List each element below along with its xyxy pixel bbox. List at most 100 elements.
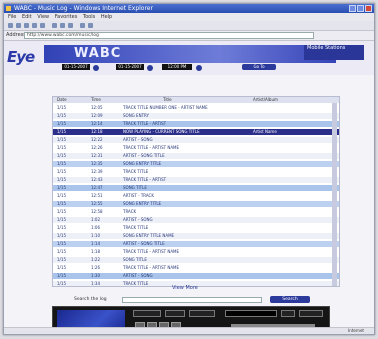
menu-edit[interactable]: Edit (22, 14, 32, 20)
cell-date: 1/15 (57, 273, 66, 278)
status-bar: Internet (4, 327, 374, 334)
vol-display (281, 310, 295, 317)
header-band: WABC (44, 45, 336, 63)
cell-title: SONG ENTRY TITLE NAME (123, 233, 175, 238)
maximize-button[interactable] (357, 5, 364, 12)
table-row[interactable]: 1/15 12:55 SONG ENTRY TITLE (53, 201, 339, 207)
date-from-field[interactable]: 01-15-2007 (62, 64, 90, 70)
cell-time: 1:06 (91, 225, 100, 230)
back-icon[interactable] (8, 23, 13, 28)
cell-time: 12:55 (91, 201, 103, 206)
table-row[interactable]: 1/15 1:18 TRACK TITLE - ARTIST NAME (53, 249, 339, 255)
cell-time: 1:30 (91, 273, 100, 278)
table-scrollbar[interactable] (332, 103, 337, 286)
clock-icon[interactable] (196, 65, 202, 71)
table-row[interactable]: 1/15 12:58 TRACK (53, 209, 339, 215)
cell-title: TRACK TITLE - ARTIST NAME (123, 145, 180, 150)
table-row[interactable]: 1/15 12:05 TRACK TITLE NUMBER ONE - ARTIST… (53, 105, 339, 111)
table-row[interactable]: 1/15 1:14 ARTIST - SONG TITLE (53, 241, 339, 247)
cell-artist: Artist Name (253, 129, 277, 134)
table-row[interactable]: 1/15 12:09 SONG ENTRY (53, 113, 339, 119)
menu-view[interactable]: View (37, 14, 49, 20)
cell-date: 1/15 (57, 169, 66, 174)
cell-time: 12:31 (91, 153, 103, 158)
search-input[interactable] (122, 297, 262, 303)
go-button[interactable]: Go To (242, 64, 276, 70)
menu-help[interactable]: Help (101, 14, 112, 20)
table-row[interactable]: 1/15 12:43 TRACK TITLE - ARTIST (53, 177, 339, 183)
calendar-to-icon[interactable] (147, 65, 153, 71)
cell-time: 1:02 (91, 217, 100, 222)
table-row[interactable]: 1/15 12:22 ARTIST - SONG (53, 137, 339, 143)
cell-date: 1/15 (57, 137, 66, 142)
cell-time: 1:14 (91, 241, 100, 246)
table-row[interactable]: 1/15 12:51 ARTIST - TRACK (53, 193, 339, 199)
cell-time: 12:51 (91, 193, 103, 198)
status-zone: Internet (348, 328, 364, 333)
col-title[interactable]: Title (163, 97, 172, 103)
view-more-link[interactable]: View More (172, 285, 198, 291)
table-row[interactable]: 1/15 12:35 SONG ENTRY TITLE (53, 161, 339, 167)
table-row[interactable]: 1/15 12:18 NOW PLAYING - CURRENT SONG TITL… (53, 129, 339, 135)
cell-time: 1:10 (91, 233, 100, 238)
table-row[interactable]: 1/15 1:06 TRACK TITLE (53, 225, 339, 231)
cell-date: 1/15 (57, 193, 66, 198)
forward-icon[interactable] (16, 23, 21, 28)
cell-time: 1:26 (91, 265, 100, 270)
cell-title: TRACK TITLE - ARTIST NAME (123, 249, 180, 254)
stop-icon[interactable] (24, 23, 29, 28)
table-row[interactable]: 1/15 1:30 ARTIST - SONG (53, 273, 339, 279)
cell-time: 12:14 (91, 121, 103, 126)
table-row[interactable]: 1/15 1:10 SONG ENTRY TITLE NAME (53, 233, 339, 239)
close-button[interactable] (365, 5, 372, 12)
history-icon[interactable] (68, 23, 73, 28)
window-title: WABC - Music Log - Windows Internet Expl… (14, 5, 153, 12)
cell-time: 12:58 (91, 209, 103, 214)
home-icon[interactable] (40, 23, 45, 28)
cell-date: 1/15 (57, 145, 66, 150)
table-row[interactable]: 1/15 12:14 TRACK TITLE - ARTIST (53, 121, 339, 127)
user-panel[interactable]: Mobile Stations (304, 45, 364, 60)
visualizer-display (225, 310, 277, 317)
time-field[interactable]: 12:00 PM (162, 64, 192, 70)
cell-title: ARTIST - TRACK (123, 193, 154, 198)
search-icon[interactable] (52, 23, 57, 28)
favorites-icon[interactable] (60, 23, 65, 28)
minimize-button[interactable] (349, 5, 356, 12)
cell-time: 12:09 (91, 113, 103, 118)
col-artist[interactable]: Artist/Album (253, 97, 278, 103)
table-row[interactable]: 1/15 12:47 SONG TITLE (53, 185, 339, 191)
search-button[interactable]: Search (270, 296, 310, 303)
date-controls: 01-15-2007 01-15-2007 12:00 PM Go To (4, 64, 374, 74)
table-row[interactable]: 1/15 1:22 SONG TITLE (53, 257, 339, 263)
cell-time: 12:39 (91, 169, 103, 174)
refresh-icon[interactable] (32, 23, 37, 28)
table-row[interactable]: 1/15 12:39 TRACK TITLE (53, 169, 339, 175)
cell-date: 1/15 (57, 281, 66, 286)
date-to-field[interactable]: 01-15-2007 (116, 64, 144, 70)
cell-date: 1/15 (57, 129, 66, 134)
cell-title: TRACK TITLE - ARTIST (123, 121, 167, 126)
table-row[interactable]: 1/15 12:31 ARTIST - SONG TITLE (53, 153, 339, 159)
table-row[interactable]: 1/15 12:26 TRACK TITLE - ARTIST NAME (53, 145, 339, 151)
cell-date: 1/15 (57, 113, 66, 118)
cell-date: 1/15 (57, 233, 66, 238)
menu-favorites[interactable]: Favorites (55, 14, 78, 20)
col-date[interactable]: Date (57, 97, 67, 103)
table-row[interactable]: 1/15 1:26 TRACK TITLE - ARTIST NAME (53, 265, 339, 271)
cell-date: 1/15 (57, 249, 66, 254)
track-display (133, 310, 161, 317)
cell-date: 1/15 (57, 153, 66, 158)
cell-title: TRACK TITLE - ARTIST NAME (123, 265, 180, 270)
print-icon[interactable] (88, 23, 93, 28)
menu-file[interactable]: File (8, 14, 16, 20)
address-input[interactable]: http://www.wabc.com/music/log (24, 32, 314, 39)
cell-date: 1/15 (57, 241, 66, 246)
table-row[interactable]: 1/15 1:02 ARTIST - SONG (53, 217, 339, 223)
cell-time: 12:43 (91, 177, 103, 182)
calendar-from-icon[interactable] (93, 65, 99, 71)
cell-title: TRACK TITLE (123, 169, 149, 174)
col-time[interactable]: Time (91, 97, 101, 103)
mail-icon[interactable] (80, 23, 85, 28)
menu-tools[interactable]: Tools (83, 14, 95, 20)
